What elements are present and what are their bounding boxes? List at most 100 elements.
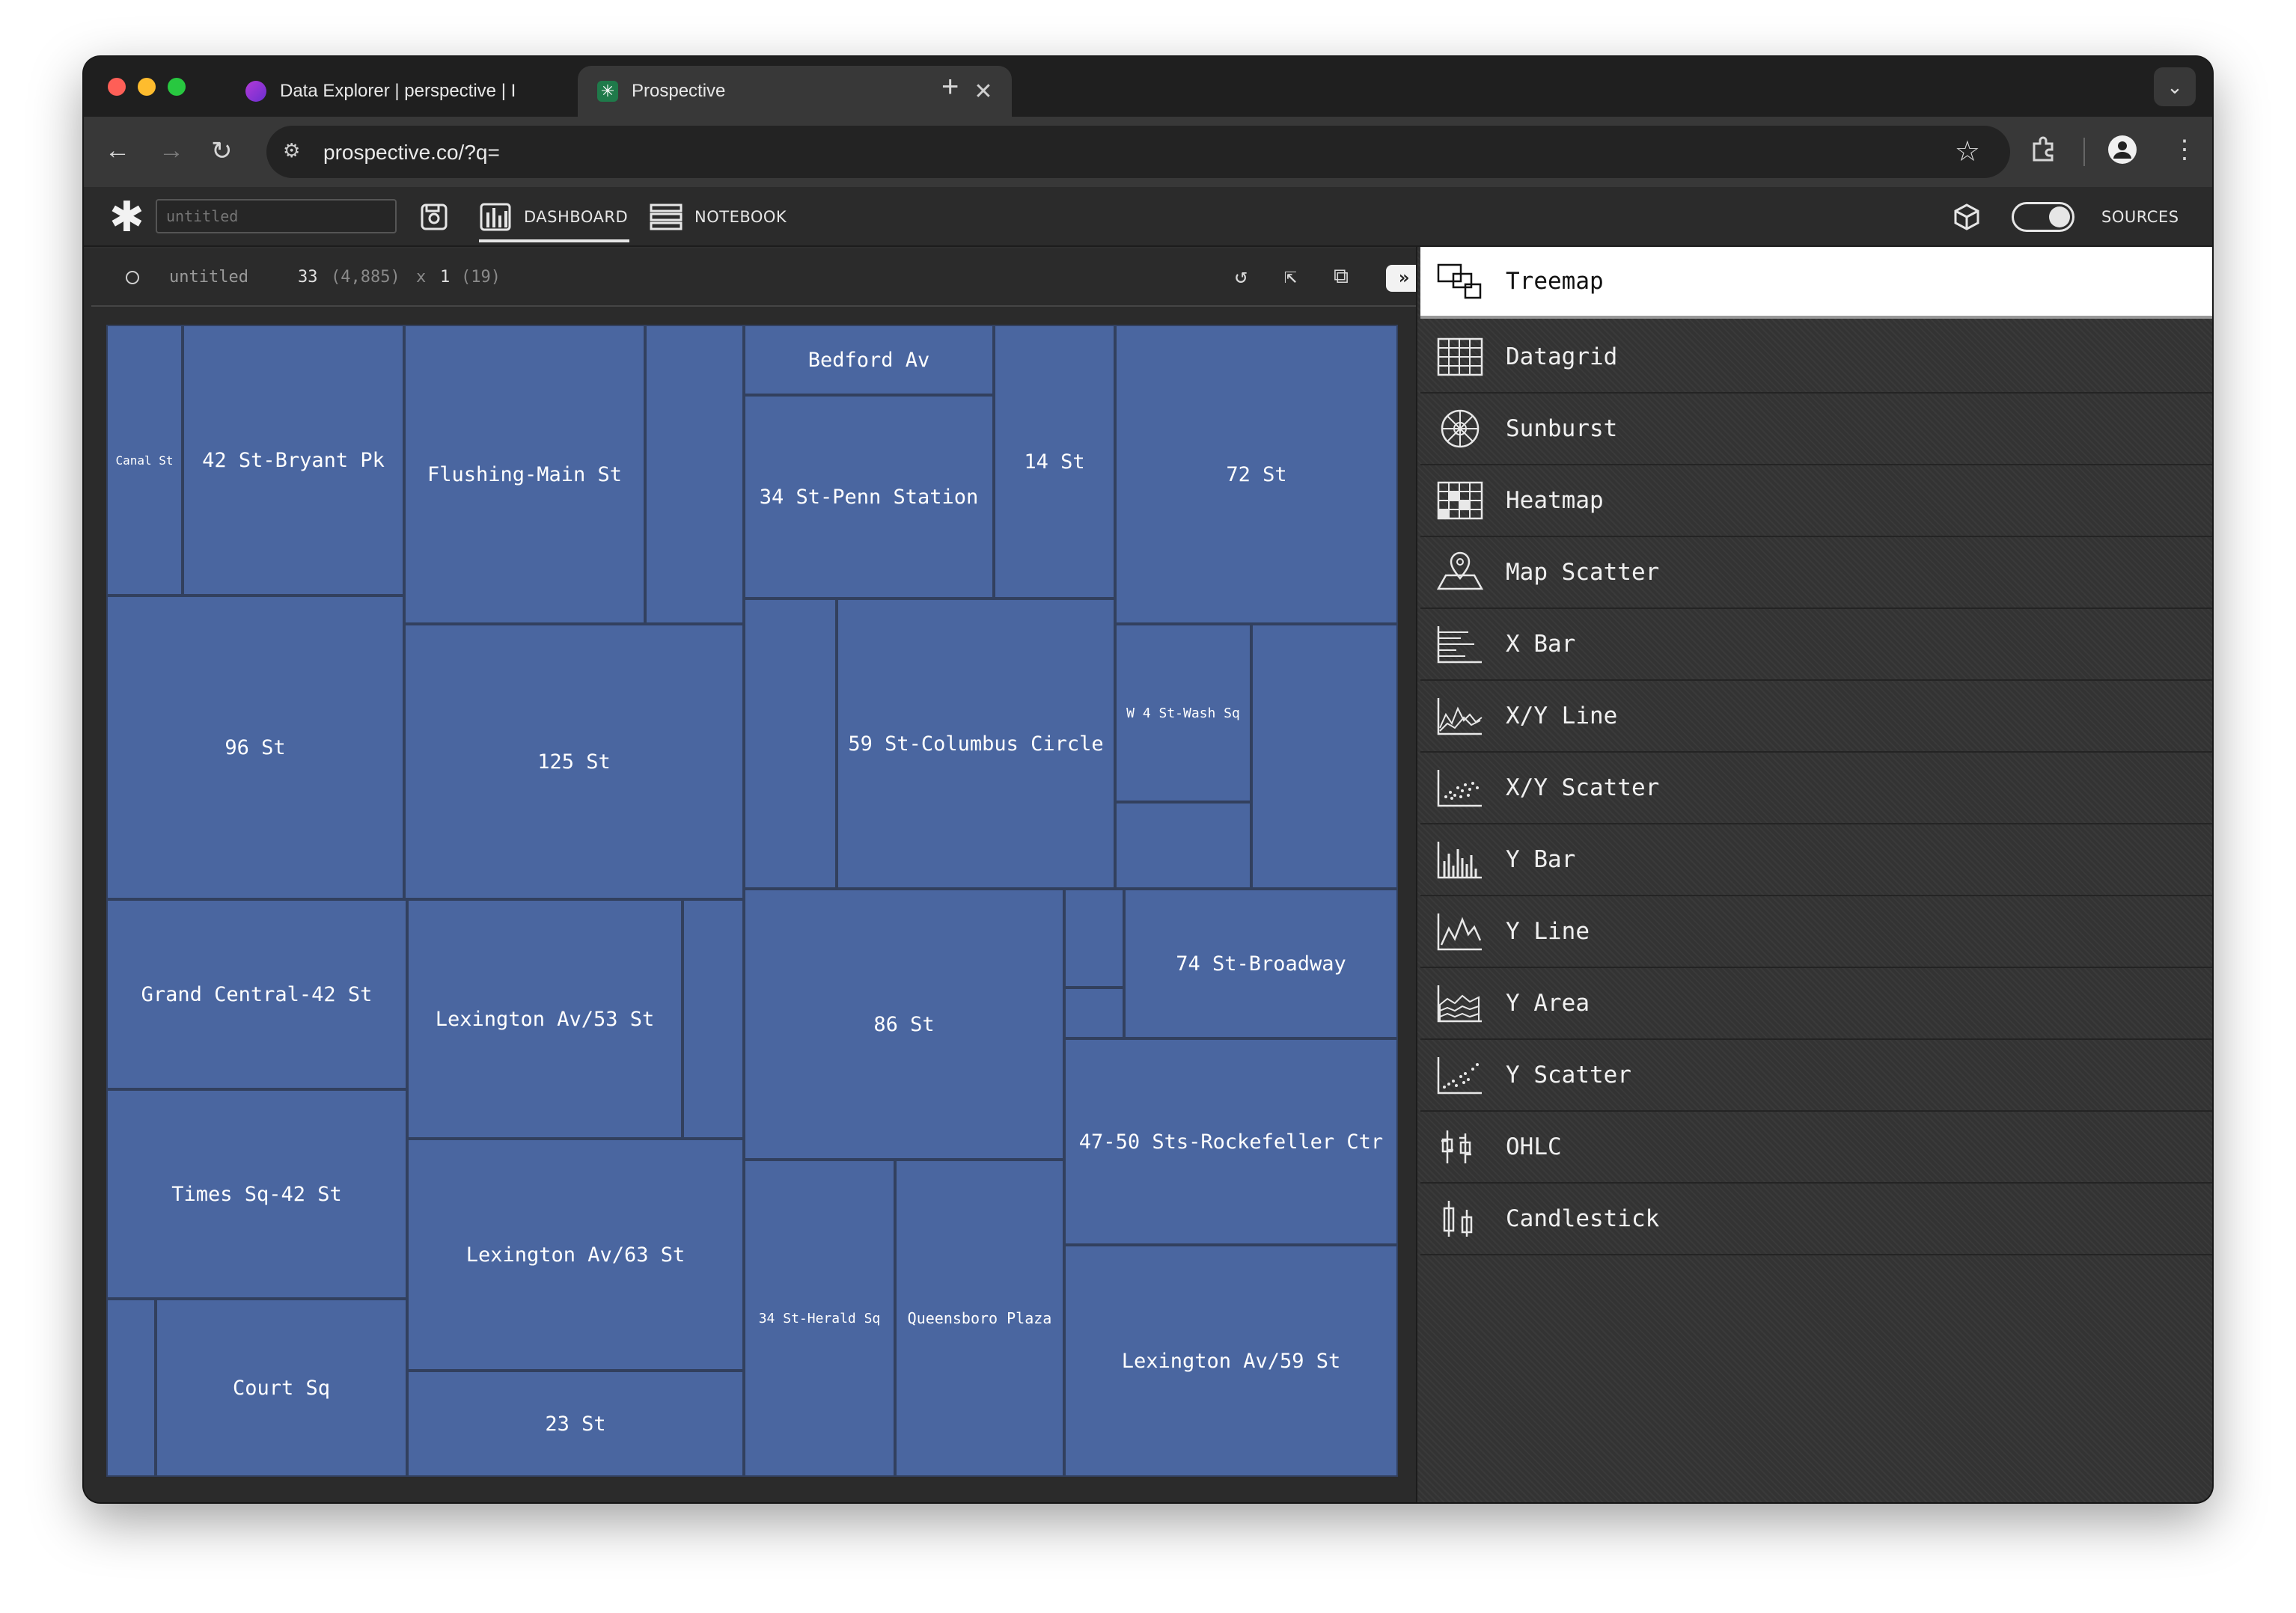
y-bar-icon <box>1437 842 1482 879</box>
plugin-item-y-area[interactable]: Y Area <box>1420 968 2212 1040</box>
tab-strip: Data Explorer | perspective | I ✕ ✳ Pros… <box>84 57 2212 117</box>
treemap-tile[interactable]: Queensboro Plaza <box>895 1160 1064 1477</box>
treemap-tile[interactable]: 59 St-Columbus Circle <box>837 599 1115 889</box>
heatmap-icon <box>1437 481 1483 520</box>
plugin-item-treemap[interactable]: Treemap <box>1420 247 2212 319</box>
plugin-item-label: X Bar <box>1506 631 1576 658</box>
treemap-tile[interactable] <box>1115 802 1251 889</box>
row-total: (4,885) <box>331 268 400 287</box>
treemap-tile[interactable]: Canal St <box>106 325 183 596</box>
plugin-item-y-scatter[interactable]: Y Scatter <box>1420 1040 2212 1112</box>
sources-button[interactable]: SOURCES <box>2101 187 2179 247</box>
tab-title: Data Explorer | perspective | I <box>280 81 516 101</box>
treemap-tile[interactable]: 47-50 Sts-Rockefeller Ctr <box>1064 1038 1398 1245</box>
treemap-tile[interactable]: Grand Central-42 St <box>106 899 407 1089</box>
treemap-tile-label: Lexington Av/59 St <box>1121 1349 1341 1373</box>
tab-search-button[interactable]: ⌄ <box>2154 67 2196 106</box>
close-window-button[interactable] <box>108 78 126 96</box>
panel-title[interactable]: untitled <box>169 268 248 287</box>
treemap-tile[interactable]: Lexington Av/53 St <box>407 899 683 1139</box>
treemap-tile[interactable]: 34 St-Herald Sq <box>744 1160 895 1477</box>
y-scatter-icon <box>1437 1057 1482 1095</box>
treemap-icon <box>1437 263 1482 299</box>
prospective-logo-icon[interactable]: ✱ <box>109 193 144 242</box>
maximize-window-button[interactable] <box>168 78 186 96</box>
plugin-item-label: Treemap <box>1506 268 1604 295</box>
new-tab-button[interactable]: + <box>941 70 959 104</box>
treemap-tile[interactable]: Court Sq <box>156 1299 407 1477</box>
plugin-item-datagrid[interactable]: Datagrid <box>1420 322 2212 394</box>
dashboard-tab[interactable]: DASHBOARD <box>479 187 630 247</box>
treemap-tile[interactable] <box>744 599 837 889</box>
copy-icon[interactable]: ⧉ <box>1334 263 1349 289</box>
reset-icon[interactable]: ↺ <box>1235 263 1248 288</box>
forward-icon[interactable]: → <box>159 136 184 165</box>
address-bar[interactable]: ⚙ prospective.co/?q= ☆ <box>266 126 2010 178</box>
plugin-item-xy-scatter[interactable]: X/Y Scatter <box>1420 753 2212 824</box>
dashboard-title-input[interactable] <box>156 199 397 233</box>
treemap-tile[interactable] <box>1064 988 1124 1038</box>
treemap-tile[interactable]: 14 St <box>994 325 1115 599</box>
treemap-tile[interactable] <box>1064 889 1124 988</box>
treemap-tile-label: Lexington Av/63 St <box>465 1243 686 1267</box>
site-info-icon[interactable]: ⚙ <box>283 139 300 162</box>
plugin-item-sunburst[interactable]: Sunburst <box>1420 394 2212 465</box>
url-text[interactable]: prospective.co/?q= <box>323 141 500 165</box>
treemap-tile[interactable] <box>683 899 744 1139</box>
profile-avatar-icon[interactable] <box>2107 135 2137 171</box>
treemap-tile[interactable] <box>645 325 744 624</box>
treemap-tile[interactable]: Lexington Av/59 St <box>1064 1245 1398 1477</box>
treemap-tile[interactable]: W 4 St-Wash Sq <box>1115 624 1251 802</box>
app-header: ✱ DASHBOARD NOTEBOOK SOURCES <box>84 187 2212 247</box>
plugin-item-xy-line[interactable]: X/Y Line <box>1420 681 2212 753</box>
treemap-tile[interactable]: 42 St-Bryant Pk <box>183 325 404 596</box>
treemap-tile[interactable]: 96 St <box>106 596 404 899</box>
plugin-item-label: Candlestick <box>1506 1205 1660 1232</box>
treemap-tile[interactable]: Bedford Av <box>744 325 994 395</box>
browser-menu-icon[interactable]: ⋮ <box>2172 135 2197 165</box>
minimize-window-button[interactable] <box>138 78 156 96</box>
toolbar-divider <box>2083 138 2085 166</box>
plugin-item-label: Datagrid <box>1506 343 1618 370</box>
close-tab-icon[interactable]: ✕ <box>968 79 998 105</box>
treemap-tile-label: Court Sq <box>232 1376 331 1400</box>
treemap-tile-label: 42 St-Bryant Pk <box>202 448 385 472</box>
back-icon[interactable]: ← <box>105 136 130 165</box>
panel-status-bar: untitled 33 (4,885) x 1 (19) ↺ ⇱ ⧉ » <box>91 248 1422 307</box>
notebook-icon <box>650 203 683 230</box>
treemap-tile[interactable]: Fulton St <box>1251 624 1398 889</box>
treemap-tile-label: 86 St <box>873 1012 935 1036</box>
x-bar-icon <box>1437 626 1482 664</box>
treemap-tile[interactable]: 34 St-Penn Station <box>744 395 994 599</box>
plugin-item-heatmap[interactable]: Heatmap <box>1420 465 2212 537</box>
treemap-chart[interactable]: Canal St 42 St-Bryant Pk Flushing-Main St B… <box>106 325 1398 1477</box>
theme-toggle[interactable] <box>2012 202 2074 232</box>
column-total: (19) <box>461 268 501 287</box>
plugin-item-map-scatter[interactable]: Map Scatter <box>1420 537 2212 609</box>
plugin-item-x-bar[interactable]: X Bar <box>1420 609 2212 681</box>
treemap-tile[interactable]: 125 St <box>404 624 744 899</box>
treemap-tile[interactable]: Times Sq-42 St <box>106 1089 407 1299</box>
save-icon[interactable] <box>419 187 461 247</box>
plugin-item-label: Sunburst <box>1506 415 1618 442</box>
plugin-item-y-bar[interactable]: Y Bar <box>1420 824 2212 896</box>
treemap-tile-label: W 4 St-Wash Sq <box>1126 705 1240 721</box>
treemap-tile-label: Times Sq-42 St <box>171 1182 342 1206</box>
export-icon[interactable]: ⇱ <box>1284 263 1297 288</box>
reload-icon[interactable]: ↻ <box>211 136 233 166</box>
treemap-tile[interactable] <box>106 1299 156 1477</box>
plugin-item-ohlc[interactable]: OHLC <box>1420 1112 2212 1184</box>
treemap-tile[interactable]: 72 St <box>1115 325 1398 624</box>
plugin-item-candlestick[interactable]: Candlestick <box>1420 1184 2212 1255</box>
package-icon[interactable] <box>1952 187 1994 247</box>
treemap-tile[interactable]: 23 St <box>407 1371 744 1477</box>
bookmark-star-icon[interactable]: ☆ <box>1955 135 1980 168</box>
treemap-tile[interactable]: Flushing-Main St <box>404 325 645 624</box>
extensions-icon[interactable] <box>2030 135 2057 168</box>
treemap-tile[interactable]: 86 St <box>744 889 1064 1160</box>
notebook-tab[interactable]: NOTEBOOK <box>650 187 787 247</box>
treemap-tile-label: Bedford Av <box>807 348 930 372</box>
treemap-tile[interactable]: Lexington Av/63 St <box>407 1139 744 1371</box>
plugin-item-y-line[interactable]: Y Line <box>1420 896 2212 968</box>
treemap-tile[interactable]: 74 St-Broadway <box>1124 889 1398 1038</box>
